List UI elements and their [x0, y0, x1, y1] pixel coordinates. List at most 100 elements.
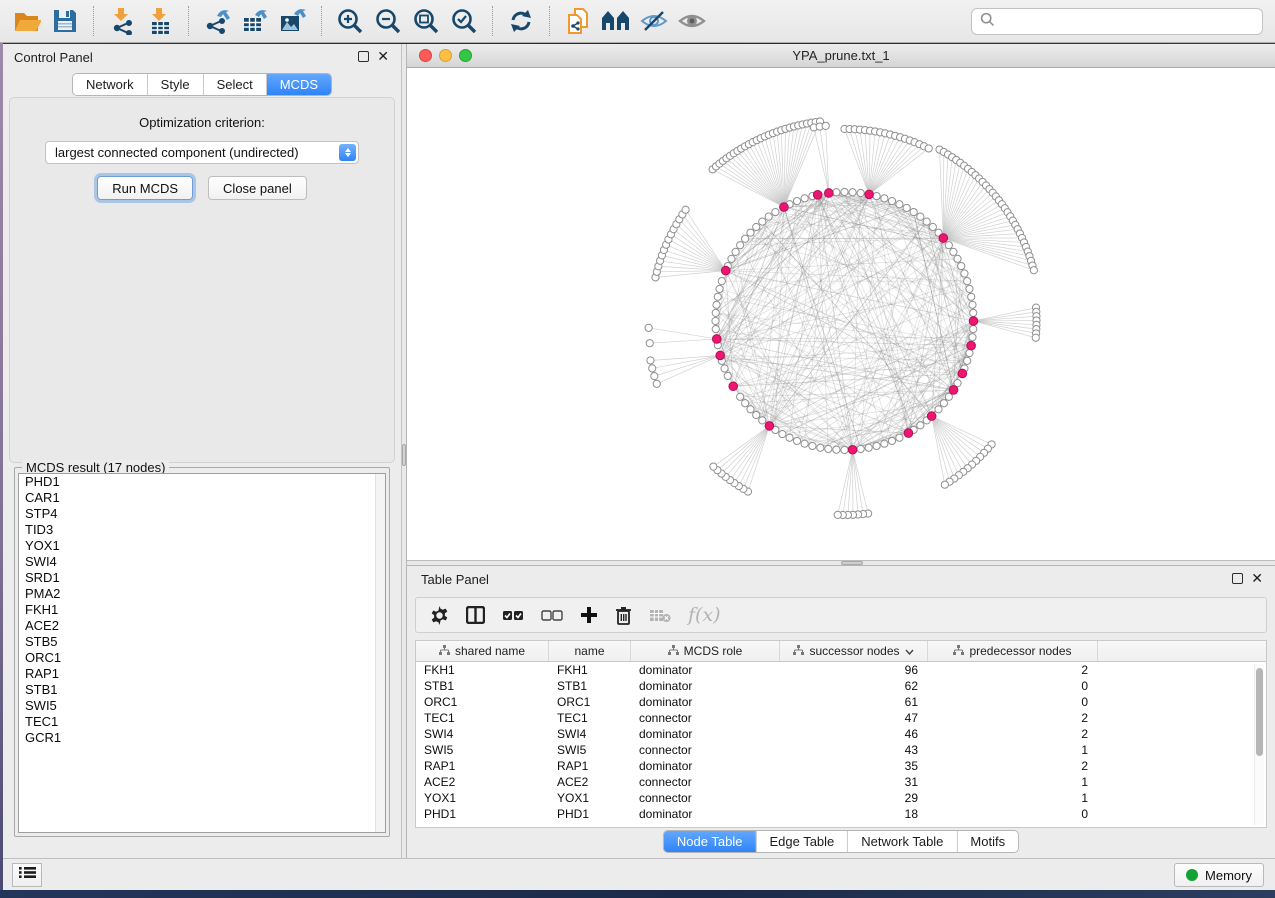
graph-hub-node[interactable]: [969, 317, 978, 326]
graph-hub-node[interactable]: [712, 335, 721, 344]
graph-hub-node[interactable]: [958, 369, 967, 378]
graph-node[interactable]: [881, 440, 888, 447]
graph-node[interactable]: [728, 255, 735, 262]
function-builder-icon[interactable]: f(x): [688, 604, 721, 626]
graph-leaf-node[interactable]: [834, 511, 841, 518]
open-session-button[interactable]: [8, 4, 46, 38]
graph-node[interactable]: [809, 442, 816, 449]
table-cell[interactable]: dominator: [631, 694, 780, 710]
graph-node[interactable]: [969, 301, 976, 308]
graph-leaf-node[interactable]: [645, 324, 652, 331]
table-cell[interactable]: 43: [780, 742, 928, 758]
table-row[interactable]: ORC1ORC1dominator610: [416, 694, 1266, 710]
graph-hub-node[interactable]: [904, 429, 913, 438]
graph-node[interactable]: [917, 422, 924, 429]
zoom-out-button[interactable]: [369, 4, 407, 38]
search-input[interactable]: [1001, 10, 1262, 33]
table-cell[interactable]: STB1: [416, 678, 549, 694]
table-cell[interactable]: connector: [631, 742, 780, 758]
graph-node[interactable]: [753, 223, 760, 230]
table-cell[interactable]: dominator: [631, 662, 780, 678]
table-cell[interactable]: 0: [928, 806, 1098, 822]
graph-node[interactable]: [765, 213, 772, 220]
graph-node[interactable]: [759, 218, 766, 225]
graph-node[interactable]: [825, 445, 832, 452]
graph-node[interactable]: [772, 208, 779, 215]
table-cell[interactable]: STB1: [549, 678, 631, 694]
gear-icon[interactable]: [430, 606, 449, 625]
table-cell[interactable]: RAP1: [416, 758, 549, 774]
graph-node[interactable]: [833, 189, 840, 196]
table-cell[interactable]: dominator: [631, 758, 780, 774]
graph-node[interactable]: [713, 301, 720, 308]
mcds-result-item[interactable]: SWI5: [19, 698, 385, 714]
graph-node[interactable]: [929, 223, 936, 230]
graph-node[interactable]: [964, 278, 971, 285]
mcds-result-list[interactable]: PHD1CAR1STP4TID3YOX1SWI4SRD1PMA2FKH1ACE2…: [18, 473, 386, 833]
graph-node[interactable]: [801, 440, 808, 447]
table-cell[interactable]: YOX1: [416, 790, 549, 806]
table-cell[interactable]: ACE2: [549, 774, 631, 790]
memory-button[interactable]: Memory: [1174, 863, 1264, 887]
graph-node[interactable]: [958, 262, 965, 269]
save-session-button[interactable]: [46, 4, 84, 38]
graph-node[interactable]: [910, 208, 917, 215]
table-cell[interactable]: TEC1: [416, 710, 549, 726]
table-row[interactable]: FKH1FKH1dominator962: [416, 662, 1266, 678]
table-cell[interactable]: SWI4: [549, 726, 631, 742]
float-panel-icon[interactable]: [358, 51, 369, 62]
graph-node[interactable]: [779, 430, 786, 437]
table-tab-node-table[interactable]: Node Table: [664, 831, 756, 852]
export-image-button[interactable]: [274, 4, 312, 38]
graph-node[interactable]: [801, 195, 808, 202]
graph-node[interactable]: [724, 372, 731, 379]
graph-node[interactable]: [737, 242, 744, 249]
tab-style[interactable]: Style: [147, 74, 203, 95]
table-row[interactable]: SWI5SWI5connector431: [416, 742, 1266, 758]
graph-node[interactable]: [716, 285, 723, 292]
graph-leaf-node[interactable]: [646, 340, 653, 347]
graph-leaf-node[interactable]: [647, 357, 654, 364]
mcds-result-item[interactable]: ORC1: [19, 650, 385, 666]
graph-hub-node[interactable]: [813, 191, 822, 200]
table-cell[interactable]: 96: [780, 662, 928, 678]
graph-node[interactable]: [786, 434, 793, 441]
graph-node[interactable]: [833, 446, 840, 453]
table-tab-edge-table[interactable]: Edge Table: [755, 831, 847, 852]
table-cell[interactable]: 18: [780, 806, 928, 822]
import-network-button[interactable]: [103, 4, 141, 38]
graph-hub-node[interactable]: [824, 189, 833, 198]
table-cell[interactable]: 2: [928, 662, 1098, 678]
first-neighbors-button[interactable]: [597, 4, 635, 38]
close-panel-icon[interactable]: ✕: [377, 49, 389, 63]
chevron-down-icon[interactable]: [905, 644, 914, 658]
mcds-result-item[interactable]: SWI4: [19, 554, 385, 570]
column-header-shared-name[interactable]: shared name: [416, 641, 549, 661]
graph-hub-node[interactable]: [939, 234, 948, 243]
column-header-MCDS-role[interactable]: MCDS role: [631, 641, 780, 661]
graph-leaf-node[interactable]: [925, 145, 932, 152]
close-panel-button[interactable]: Close panel: [208, 176, 307, 200]
graph-node[interactable]: [793, 197, 800, 204]
graph-node[interactable]: [712, 325, 719, 332]
table-row[interactable]: STB1STB1dominator620: [416, 678, 1266, 694]
graph-leaf-node[interactable]: [1032, 334, 1039, 341]
deselect-all-icon[interactable]: [541, 608, 563, 622]
graph-hub-node[interactable]: [865, 190, 874, 199]
table-cell[interactable]: TEC1: [549, 710, 631, 726]
hide-selected-button[interactable]: [635, 4, 673, 38]
splitter-handle[interactable]: [402, 444, 406, 466]
graph-node[interactable]: [712, 317, 719, 324]
mcds-result-item[interactable]: PMA2: [19, 586, 385, 602]
graph-node[interactable]: [737, 393, 744, 400]
zoom-fit-button[interactable]: [407, 4, 445, 38]
graph-node[interactable]: [849, 189, 856, 196]
graph-node[interactable]: [888, 197, 895, 204]
graph-node[interactable]: [964, 357, 971, 364]
table-cell[interactable]: SWI5: [549, 742, 631, 758]
splitter-handle[interactable]: [841, 561, 863, 565]
graph-node[interactable]: [950, 248, 957, 255]
graph-leaf-node[interactable]: [941, 481, 948, 488]
table-cell[interactable]: 2: [928, 710, 1098, 726]
export-table-button[interactable]: [236, 4, 274, 38]
